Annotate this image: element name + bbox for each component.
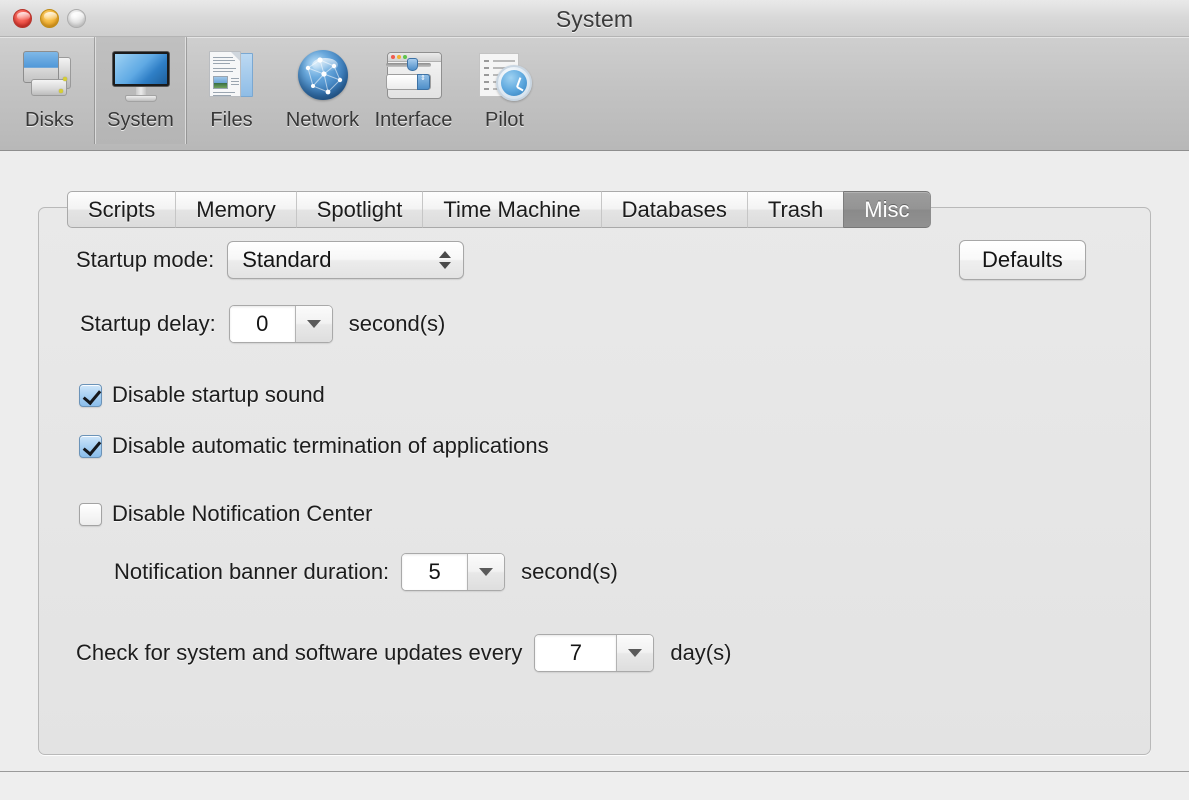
tab-misc[interactable]: Misc	[843, 191, 931, 228]
startup-mode-value: Standard	[242, 247, 332, 272]
defaults-row: Defaults	[959, 240, 1086, 280]
tab-memory[interactable]: Memory	[175, 191, 296, 228]
disks-icon	[17, 45, 83, 107]
disable-notification-center-checkbox[interactable]	[79, 502, 102, 526]
tab-label: Trash	[767, 196, 824, 222]
defaults-button[interactable]: Defaults	[959, 240, 1086, 280]
tab-time-machine[interactable]: Time Machine	[422, 191, 601, 228]
update-check-label: Check for system and software updates ev…	[76, 640, 523, 665]
toolbar-item-network[interactable]: Network	[277, 37, 368, 144]
toolbar-item-system[interactable]: System	[95, 37, 186, 144]
toolbar-item-label: Files	[210, 109, 253, 131]
banner-duration-dropdown-button[interactable]	[467, 554, 505, 590]
startup-mode-popup[interactable]: Standard	[227, 241, 465, 279]
toolbar-item-disks[interactable]: Disks	[4, 37, 95, 144]
startup-delay-row: Startup delay: 0 second(s)	[80, 305, 445, 343]
startup-mode-label: Startup mode:	[76, 247, 215, 272]
toolbar-item-label: Interface	[374, 109, 453, 131]
toolbar-item-label: System	[107, 109, 174, 131]
toolbar-item-interface[interactable]: ⇕ Interface	[368, 37, 459, 144]
toolbar: Disks System Files Network ⇕ Interface P…	[0, 37, 1189, 151]
update-check-value[interactable]: 7	[535, 635, 617, 671]
disable-notification-center-label: Disable Notification Center	[112, 501, 373, 526]
toolbar-item-label: Disks	[25, 109, 74, 131]
update-check-combo[interactable]: 7	[534, 634, 655, 672]
app-window: System Disks System Files Network ⇕ Inte…	[0, 0, 1189, 772]
title-bar: System	[0, 0, 1189, 37]
toolbar-item-label: Pilot	[485, 109, 524, 131]
startup-mode-row: Startup mode: Standard	[76, 241, 465, 279]
window-title: System	[555, 6, 634, 32]
banner-duration-label: Notification banner duration:	[114, 559, 390, 584]
clock-icon	[472, 45, 538, 107]
updown-arrows-icon	[439, 251, 452, 269]
banner-duration-row: Notification banner duration: 5 second(s…	[114, 553, 618, 591]
content-area: Scripts Memory Spotlight Time Machine Da…	[0, 151, 1189, 771]
globe-icon	[290, 45, 356, 107]
tab-box	[38, 207, 1151, 755]
disable-startup-sound-checkbox[interactable]	[79, 383, 102, 407]
tab-databases[interactable]: Databases	[600, 191, 747, 228]
chevron-down-icon	[479, 568, 494, 576]
tab-label: Spotlight	[316, 196, 403, 222]
documents-icon	[199, 45, 265, 107]
startup-delay-value[interactable]: 0	[229, 306, 295, 342]
tab-scripts[interactable]: Scripts	[67, 191, 176, 228]
tab-label: Scripts	[88, 196, 156, 222]
banner-duration-combo[interactable]: 5	[401, 553, 506, 591]
update-check-dropdown-button[interactable]	[616, 635, 654, 671]
disable-auto-termination-label: Disable automatic termination of applica…	[112, 433, 549, 458]
banner-duration-value[interactable]: 5	[402, 554, 468, 590]
tab-label: Misc	[864, 196, 910, 222]
monitor-icon	[108, 45, 174, 107]
tab-bar: Scripts Memory Spotlight Time Machine Da…	[67, 191, 931, 228]
startup-delay-label: Startup delay:	[80, 311, 216, 336]
disable-startup-sound-row[interactable]: Disable startup sound	[79, 382, 325, 408]
tab-trash[interactable]: Trash	[746, 191, 844, 228]
disable-auto-termination-checkbox[interactable]	[79, 434, 102, 458]
tab-label: Time Machine	[443, 196, 581, 222]
chevron-down-icon	[306, 320, 321, 328]
banner-duration-unit: second(s)	[521, 559, 618, 584]
disable-notification-center-row[interactable]: Disable Notification Center	[79, 501, 372, 527]
tab-label: Memory	[196, 196, 276, 222]
tab-label: Databases	[621, 196, 727, 222]
chevron-down-icon	[628, 649, 643, 657]
window-icon: ⇕	[381, 45, 447, 107]
toolbar-item-label: Network	[285, 109, 360, 131]
startup-delay-combo[interactable]: 0	[228, 305, 333, 343]
toolbar-item-files[interactable]: Files	[186, 37, 277, 144]
defaults-button-label: Defaults	[982, 247, 1063, 272]
update-check-unit: day(s)	[670, 640, 732, 665]
update-check-row: Check for system and software updates ev…	[76, 634, 731, 672]
startup-delay-dropdown-button[interactable]	[294, 306, 332, 342]
toolbar-item-pilot[interactable]: Pilot	[459, 37, 550, 144]
startup-delay-unit: second(s)	[348, 311, 446, 336]
tab-spotlight[interactable]: Spotlight	[295, 191, 423, 228]
disable-auto-termination-row[interactable]: Disable automatic termination of applica…	[79, 433, 549, 459]
disable-startup-sound-label: Disable startup sound	[112, 382, 325, 407]
